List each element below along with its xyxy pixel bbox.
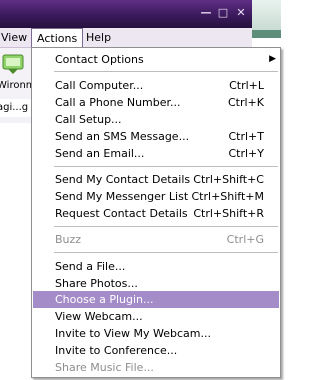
menu-item-label: Send an Email...	[55, 147, 145, 160]
menu-item-label: Send a File...	[55, 260, 126, 273]
background-content	[0, 123, 32, 380]
menu-item-label: Call Computer...	[55, 79, 144, 92]
menu-item-label: Invite to View My Webcam...	[55, 327, 211, 340]
menu-item-send-sms[interactable]: Send an SMS Message... Ctrl+T	[33, 128, 279, 145]
menu-item-send-file[interactable]: Send a File...	[33, 258, 279, 275]
menu-item-contact-options[interactable]: Contact Options ▶	[33, 51, 279, 68]
menu-item-send-contact-details[interactable]: Send My Contact Details Ctrl+Shift+C	[33, 171, 279, 188]
menu-separator	[54, 166, 278, 167]
close-button[interactable]: ✕	[232, 5, 250, 21]
menu-item-invite-conference[interactable]: Invite to Conference...	[33, 342, 279, 359]
menu-item-call-phone[interactable]: Call a Phone Number... Ctrl+K	[33, 94, 279, 111]
menu-separator	[54, 252, 278, 253]
maximize-button[interactable]: □	[215, 5, 231, 21]
menu-item-shortcut: Ctrl+G	[226, 233, 264, 246]
menu-item-label: Call a Phone Number...	[55, 96, 181, 109]
menu-item-label: View Webcam...	[55, 310, 143, 323]
background-strip-accent	[252, 30, 281, 38]
menu-item-label: Send an SMS Message...	[55, 130, 190, 143]
background-strip	[252, 0, 281, 30]
menu-item-label: Share Music File...	[55, 361, 154, 374]
menu-help[interactable]: Help	[81, 28, 116, 47]
menu-item-label: Choose a Plugin...	[55, 293, 154, 306]
menu-item-label: Buzz	[55, 233, 82, 246]
submenu-arrow-icon: ▶	[269, 54, 276, 64]
actions-dropdown-menu: Contact Options ▶ Call Computer... Ctrl+…	[31, 47, 281, 378]
menu-view[interactable]: View	[0, 28, 32, 47]
menu-item-invite-webcam[interactable]: Invite to View My Webcam...	[33, 325, 279, 342]
menu-separator	[54, 71, 278, 72]
menu-item-request-contact-details[interactable]: Request Contact Details Ctrl+Shift+R	[33, 205, 279, 222]
window-controls: — □ ✕	[198, 5, 250, 21]
menu-item-shortcut: Ctrl+T	[228, 130, 264, 143]
minimize-button[interactable]: —	[198, 5, 214, 21]
menu-item-view-webcam[interactable]: View Webcam...	[33, 308, 279, 325]
menu-item-shortcut: Ctrl+K	[227, 96, 264, 109]
menu-item-shortcut: Ctrl+Shift+C	[193, 173, 264, 186]
menu-item-label: Call Setup...	[55, 113, 122, 126]
menu-item-share-photos[interactable]: Share Photos...	[33, 275, 279, 292]
toolbar: Wironme agi...g	[0, 48, 37, 123]
menu-item-shortcut: Ctrl+Shift+R	[193, 207, 264, 220]
menu-item-shortcut: Ctrl+L	[229, 79, 264, 92]
menu-item-label: Send My Messenger List	[55, 190, 189, 203]
menu-item-call-computer[interactable]: Call Computer... Ctrl+L	[33, 77, 279, 94]
menu-item-send-messenger-list[interactable]: Send My Messenger List Ctrl+Shift+M	[33, 188, 279, 205]
menu-item-label: Share Photos...	[55, 277, 138, 290]
menu-bar: View Actions Help	[0, 28, 252, 48]
menu-item-send-email[interactable]: Send an Email... Ctrl+Y	[33, 145, 279, 162]
menu-item-call-setup[interactable]: Call Setup...	[33, 111, 279, 128]
menu-item-shortcut: Ctrl+Y	[228, 147, 264, 160]
menu-item-choose-plugin[interactable]: Choose a Plugin...	[33, 291, 279, 308]
menu-item-buzz: Buzz Ctrl+G	[33, 231, 279, 248]
menu-separator	[54, 226, 278, 227]
menu-item-label: Invite to Conference...	[55, 344, 178, 357]
wironment-icon[interactable]	[2, 52, 24, 76]
menu-item-shortcut: Ctrl+Shift+M	[191, 190, 265, 203]
menu-item-share-music: Share Music File...	[33, 359, 279, 376]
window-title-bar: — □ ✕	[0, 0, 252, 28]
menu-actions[interactable]: Actions	[31, 28, 84, 48]
menu-item-label: Send My Contact Details	[55, 173, 191, 186]
menu-item-label: Request Contact Details	[55, 207, 188, 220]
menu-item-label: Contact Options	[55, 53, 144, 66]
